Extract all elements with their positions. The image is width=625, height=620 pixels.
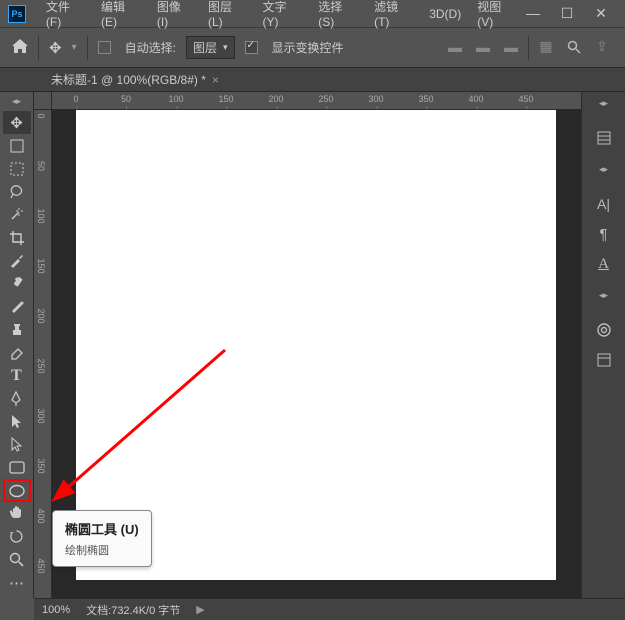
- artboard-tool[interactable]: [3, 134, 31, 157]
- menu-filter[interactable]: 滤镜(T): [366, 0, 421, 29]
- layers-panel-icon[interactable]: [592, 348, 616, 372]
- menu-image[interactable]: 图像(I): [149, 0, 200, 29]
- tooltip: 椭圆工具 (U) 绘制椭圆: [52, 510, 152, 567]
- history-panel-icon[interactable]: [592, 126, 616, 150]
- document-title: 未标题-1 @ 100%(RGB/8#) *: [51, 71, 206, 88]
- menu-layer[interactable]: 图层(L): [200, 0, 254, 29]
- align-middle-icon[interactable]: ▬: [472, 36, 494, 58]
- window-minimize[interactable]: —: [525, 5, 541, 22]
- panel-collapse-2[interactable]: ◂▸: [589, 164, 619, 178]
- align-top-icon[interactable]: ▬: [500, 36, 522, 58]
- auto-select-dropdown[interactable]: 图层▾: [186, 36, 235, 59]
- share-icon[interactable]: ⇪: [591, 36, 613, 58]
- menu-type[interactable]: 文字(Y): [254, 0, 310, 29]
- rotate-view-tool[interactable]: [3, 525, 31, 548]
- menu-select[interactable]: 选择(S): [310, 0, 366, 29]
- align-bottom-icon[interactable]: ▬: [444, 36, 466, 58]
- status-bar: 100% 文档:732.4K/0 字节 ▶: [34, 598, 625, 620]
- edit-toolbar[interactable]: ⋯: [3, 571, 31, 594]
- toolbar-collapse[interactable]: ◂▸: [2, 96, 32, 108]
- ellipse-tool[interactable]: [3, 479, 31, 502]
- status-chevron-icon[interactable]: ▶: [196, 603, 204, 616]
- options-bar: ✥ ▾ 自动选择: 图层▾ 显示变换控件 ▬ ▬ ▬ ▦ ⇪: [0, 28, 625, 68]
- show-transform-label: 显示变换控件: [272, 39, 344, 56]
- tooltip-title: 椭圆工具 (U): [65, 519, 139, 538]
- marquee-tool[interactable]: [3, 157, 31, 180]
- ruler-horizontal[interactable]: 0 50 100 150 200 250 300 350 400 450: [52, 92, 581, 110]
- lasso-tool[interactable]: [3, 180, 31, 203]
- pen-tool[interactable]: [3, 387, 31, 410]
- eyedropper-tool[interactable]: [3, 249, 31, 272]
- menu-view[interactable]: 视图(V): [469, 0, 525, 29]
- window-maximize[interactable]: ☐: [559, 5, 575, 22]
- ps-logo: Ps: [8, 5, 26, 23]
- title-bar: Ps 文件(F) 编辑(E) 图像(I) 图层(L) 文字(Y) 选择(S) 滤…: [0, 0, 625, 28]
- document-tabs: 未标题-1 @ 100%(RGB/8#) * ×: [0, 68, 625, 92]
- auto-select-checkbox[interactable]: [98, 41, 111, 54]
- clone-stamp-tool[interactable]: [3, 318, 31, 341]
- zoom-level[interactable]: 100%: [42, 604, 70, 616]
- ruler-corner: [34, 92, 52, 110]
- menu-3d[interactable]: 3D(D): [421, 7, 469, 21]
- tab-close[interactable]: ×: [212, 73, 219, 87]
- brush-tool[interactable]: [3, 295, 31, 318]
- auto-select-label: 自动选择:: [125, 39, 176, 56]
- move-tool[interactable]: ✥: [3, 111, 31, 134]
- type-tool[interactable]: T: [3, 364, 31, 387]
- panel-collapse-3[interactable]: ◂▸: [589, 290, 619, 304]
- magic-wand-tool[interactable]: [3, 203, 31, 226]
- doc-info[interactable]: 文档:732.4K/0 字节: [86, 602, 180, 618]
- direct-selection-tool[interactable]: [3, 433, 31, 456]
- hand-tool[interactable]: [3, 502, 31, 525]
- search-icon[interactable]: [563, 36, 585, 58]
- left-toolbar: ◂▸ ✥ T ⋯: [0, 92, 34, 598]
- healing-brush-tool[interactable]: [3, 272, 31, 295]
- menu-edit[interactable]: 编辑(E): [93, 0, 149, 29]
- zoom-tool[interactable]: [3, 548, 31, 571]
- path-selection-tool[interactable]: [3, 410, 31, 433]
- show-transform-checkbox[interactable]: [245, 41, 258, 54]
- annotation-arrow: [55, 345, 235, 505]
- document-tab[interactable]: 未标题-1 @ 100%(RGB/8#) * ×: [45, 71, 225, 88]
- panel-collapse[interactable]: ◂▸: [589, 98, 619, 112]
- window-close[interactable]: ✕: [593, 5, 609, 22]
- paragraph-panel-icon[interactable]: ¶: [592, 222, 616, 246]
- rectangle-tool[interactable]: [3, 456, 31, 479]
- tooltip-desc: 绘制椭圆: [65, 542, 139, 558]
- ruler-vertical[interactable]: 0 50 100 150 200 250 300 350 400 450: [34, 110, 52, 598]
- distribute-icon[interactable]: ▦: [535, 36, 557, 58]
- libraries-panel-icon[interactable]: [592, 318, 616, 342]
- home-icon[interactable]: [12, 39, 28, 57]
- move-tool-icon: ✥: [49, 39, 62, 57]
- glyphs-panel-icon[interactable]: A: [592, 252, 616, 276]
- character-panel-icon[interactable]: A|: [592, 192, 616, 216]
- eraser-tool[interactable]: [3, 341, 31, 364]
- crop-tool[interactable]: [3, 226, 31, 249]
- right-panel: ◂▸ ◂▸ A| ¶ A ◂▸: [581, 92, 625, 598]
- menu-file[interactable]: 文件(F): [38, 0, 93, 29]
